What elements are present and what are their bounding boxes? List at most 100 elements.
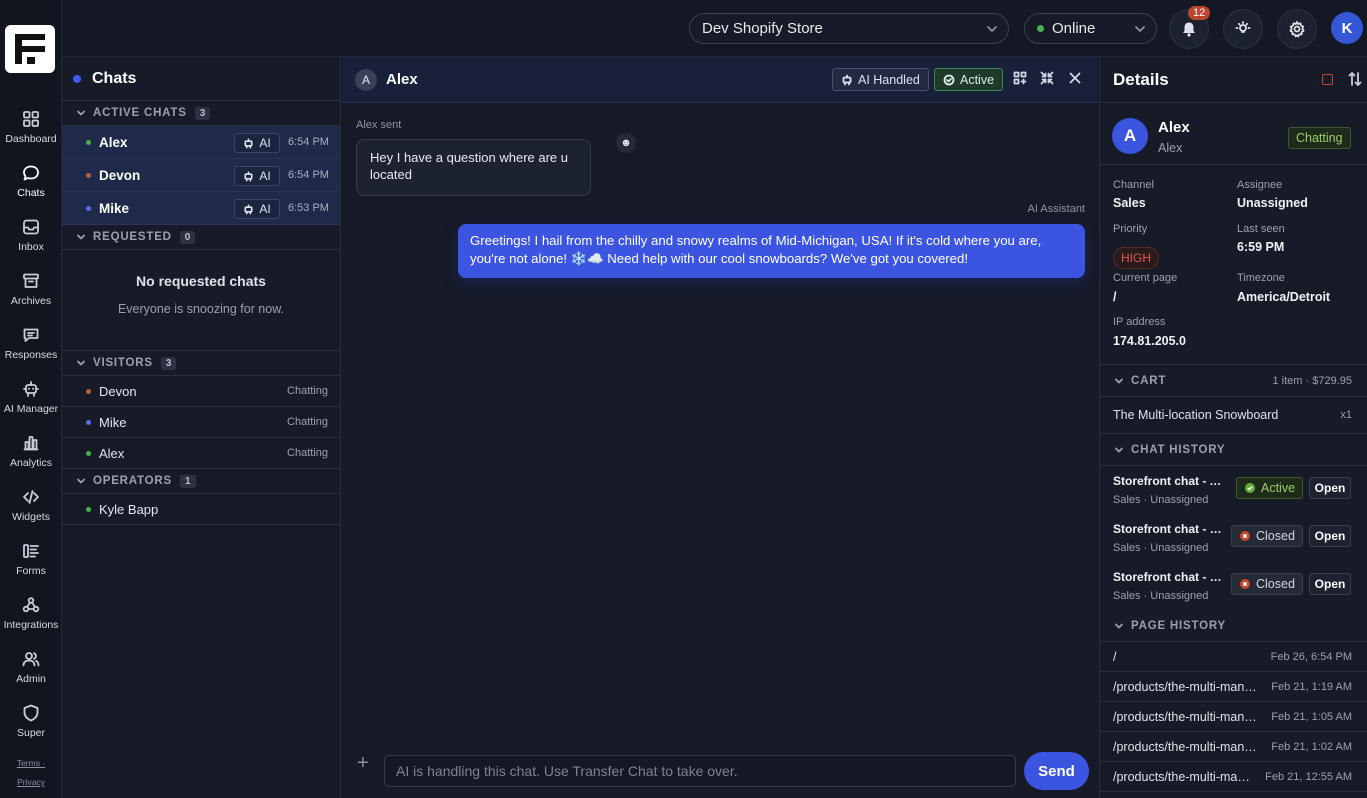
stop-icon[interactable] xyxy=(1322,74,1333,85)
page-history-item[interactable]: /products/the-multi-man… Feb 21, 1:19 AM xyxy=(1100,672,1367,702)
nav-label: Responses xyxy=(4,349,58,361)
visitors-section-toggle[interactable]: VISITORS 3 xyxy=(62,351,340,376)
ai-handled-chip[interactable]: AI Handled xyxy=(832,68,929,91)
open-chat-button[interactable]: Open xyxy=(1309,477,1351,499)
nav-integrations[interactable]: Integrations xyxy=(0,591,62,641)
history-status-badge: Closed xyxy=(1231,573,1303,595)
status-select[interactable]: Online xyxy=(1024,13,1157,44)
open-chat-button[interactable]: Open xyxy=(1309,525,1351,547)
page-history-item[interactable]: /products/the-multi-man… Feb 21, 1:02 AM xyxy=(1100,732,1367,762)
section-label: ACTIVE CHATS xyxy=(93,107,187,119)
nav-forms[interactable]: Forms xyxy=(0,537,62,587)
history-sub: Sales · Unassigned xyxy=(1113,542,1209,554)
page-history-item[interactable]: / Feb 26, 6:54 PM xyxy=(1100,642,1367,672)
chevron-down-icon xyxy=(986,23,998,35)
section-label: VISITORS xyxy=(93,357,153,369)
chat-time: 6:54 PM xyxy=(288,169,329,181)
visitor-row-devon[interactable]: Devon Chatting xyxy=(62,376,340,407)
nav-label: Chats xyxy=(17,187,45,199)
nav-archives[interactable]: Archives xyxy=(0,267,62,317)
page-history-section-toggle[interactable]: PAGE HISTORY xyxy=(1100,610,1367,641)
chat-row-mike[interactable]: Mike AI 6:53 PM xyxy=(62,192,340,225)
contact-avatar: A xyxy=(355,68,377,91)
terms-link[interactable]: Terms · xyxy=(0,758,62,768)
privacy-link[interactable]: Privacy xyxy=(0,777,62,787)
cart-item: The Multi-location Snowboard x1 xyxy=(1100,396,1367,434)
app-logo[interactable] xyxy=(5,25,55,73)
nav-label: Analytics xyxy=(9,457,52,469)
details-title: Details xyxy=(1113,69,1169,89)
ai-chip-label: AI xyxy=(259,169,271,183)
status-select-value: Online xyxy=(1052,20,1096,37)
theme-toggle-button[interactable] xyxy=(1223,9,1263,49)
visitor-name: Alex xyxy=(1158,119,1190,136)
chat-time: 6:54 PM xyxy=(288,136,329,148)
nav-label: Integrations xyxy=(3,619,59,631)
sort-icon[interactable] xyxy=(1348,71,1362,87)
status-dot-icon xyxy=(86,506,91,512)
status-dot-icon xyxy=(86,419,91,425)
nav-dashboard[interactable]: Dashboard xyxy=(0,105,62,155)
details-header: Details xyxy=(1100,57,1367,103)
user-avatar[interactable]: K xyxy=(1331,12,1363,44)
operator-row[interactable]: Kyle Bapp xyxy=(62,494,340,525)
chat-row-devon[interactable]: Devon AI 6:54 PM xyxy=(62,159,340,192)
nav-inbox[interactable]: Inbox xyxy=(0,213,62,263)
bell-icon xyxy=(1180,20,1198,38)
requested-section-toggle[interactable]: REQUESTED 0 xyxy=(62,225,340,250)
chat-history-item: Storefront chat - Closed Sales · Unassig… xyxy=(1100,514,1367,562)
priority-badge[interactable]: HIGH xyxy=(1113,247,1159,269)
emoji-reaction-icon[interactable]: ☻ xyxy=(616,133,636,153)
check-circle-icon xyxy=(1244,482,1256,494)
visitor-row-alex[interactable]: Alex Chatting xyxy=(62,438,340,469)
chat-history-item: Storefront chat - Closed Sales · Unassig… xyxy=(1100,562,1367,610)
nav-responses[interactable]: Responses xyxy=(0,321,62,371)
history-title: Storefront chat - Closed xyxy=(1113,570,1227,584)
open-chat-button[interactable]: Open xyxy=(1309,573,1351,595)
nav-ai-manager[interactable]: AI Manager xyxy=(0,375,62,425)
visitor-status: Chatting xyxy=(287,416,328,428)
cart-item-name: The Multi-location Snowboard xyxy=(1113,408,1279,422)
channel-label: Channel xyxy=(1113,179,1154,191)
page-path: /products/the-multi-ma… xyxy=(1113,769,1250,784)
nav-analytics[interactable]: Analytics xyxy=(0,429,62,479)
assignee-value[interactable]: Unassigned xyxy=(1237,196,1308,210)
visitor-row-mike[interactable]: Mike Chatting xyxy=(62,407,340,438)
chat-row-alex[interactable]: Alex AI 6:54 PM xyxy=(62,126,340,159)
send-button[interactable]: Send xyxy=(1024,752,1089,790)
plus-icon[interactable]: + xyxy=(357,752,369,775)
transfer-grid-icon[interactable] xyxy=(1013,71,1027,85)
left-nav-rail: Dashboard Chats Inbox Archives Responses… xyxy=(0,0,62,798)
cart-section-toggle[interactable]: CART 1 item · $729.95 xyxy=(1100,365,1367,396)
chevron-down-icon xyxy=(1114,445,1124,455)
page-history-item[interactable]: /products/the-multi-man… Feb 21, 1:05 AM xyxy=(1100,702,1367,732)
cart-item-qty: x1 xyxy=(1340,409,1352,421)
inbox-icon xyxy=(21,217,41,237)
chat-name: Alex xyxy=(99,134,128,150)
visitor-subname: Alex xyxy=(1158,141,1183,155)
section-count: 0 xyxy=(179,230,196,244)
robot-icon xyxy=(243,171,254,182)
message-input[interactable] xyxy=(384,755,1016,787)
visitor-name: Mike xyxy=(99,414,127,430)
page-history-item[interactable]: /products/the-multi-ma… Feb 21, 12:55 AM xyxy=(1100,762,1367,792)
active-status-chip[interactable]: Active xyxy=(934,68,1004,91)
store-select[interactable]: Dev Shopify Store xyxy=(689,13,1009,44)
ai-chip: AI xyxy=(234,199,280,219)
top-bar: Dev Shopify Store Online 12 K xyxy=(62,0,1367,57)
settings-button[interactable] xyxy=(1277,9,1317,49)
nav-super[interactable]: Super xyxy=(0,699,62,749)
chat-history-section-toggle[interactable]: CHAT HISTORY xyxy=(1100,434,1367,465)
page-path: /products/the-multi-man… xyxy=(1113,679,1257,694)
nav-chats[interactable]: Chats xyxy=(0,159,62,209)
operators-section-toggle[interactable]: OPERATORS 1 xyxy=(62,469,340,494)
status-dot-icon xyxy=(86,139,91,145)
nav-widgets[interactable]: Widgets xyxy=(0,483,62,533)
active-chats-section-toggle[interactable]: ACTIVE CHATS 3 xyxy=(62,101,340,126)
minimize-icon[interactable] xyxy=(1040,71,1054,85)
history-status-label: Closed xyxy=(1256,529,1295,543)
nav-admin[interactable]: Admin xyxy=(0,645,62,695)
ai-chip-label: AI xyxy=(259,202,271,216)
active-status-label: Active xyxy=(960,72,995,87)
close-icon[interactable] xyxy=(1068,71,1082,85)
